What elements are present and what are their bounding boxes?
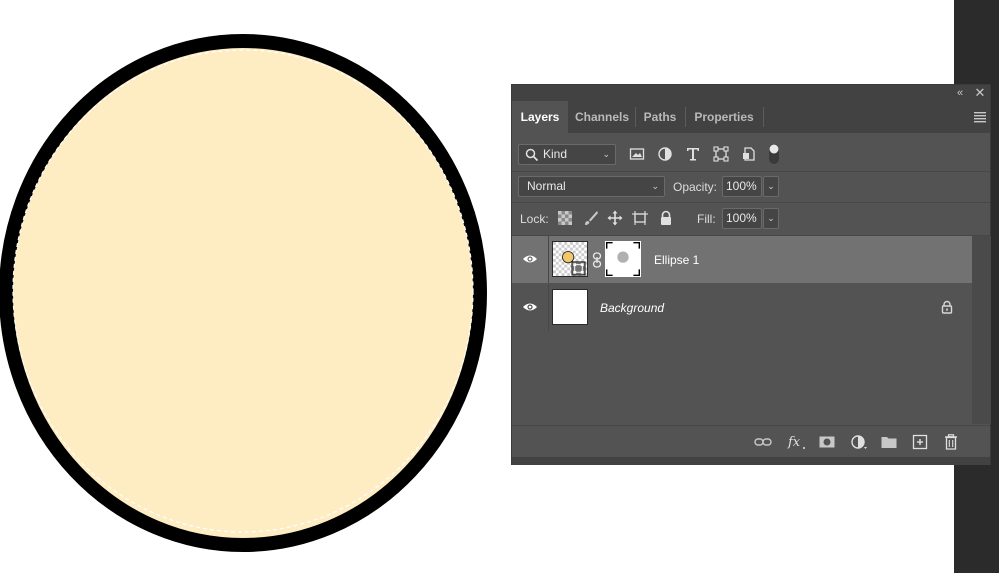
blend-mode-dropdown[interactable]: Normal ⌄ [518, 176, 665, 197]
fx-icon[interactable]: fx [787, 434, 807, 450]
layer-name[interactable]: Background [600, 301, 664, 315]
kind-filter-dropdown[interactable]: Kind ⌄ [518, 144, 616, 165]
adjustment-layer-icon[interactable] [850, 434, 868, 450]
fill-input[interactable]: 100% [722, 208, 762, 229]
type-filter-icon[interactable] [685, 146, 701, 162]
visibility-eye-icon[interactable] [522, 300, 538, 314]
hamburger-menu-icon[interactable] [974, 111, 986, 123]
fill-value: 100% [726, 211, 757, 225]
tab-paths[interactable]: Paths [636, 101, 684, 133]
layer-row-ellipse-1[interactable]: Ellipse 1 [512, 236, 972, 283]
ellipse-shape[interactable] [0, 34, 487, 552]
fill-slider-toggle[interactable]: ⌄ [763, 208, 779, 229]
row-separator [548, 284, 549, 331]
adjustment-filter-icon[interactable] [657, 146, 673, 162]
smart-object-filter-icon[interactable] [741, 146, 757, 162]
layer-list[interactable]: Ellipse 1 Background [512, 236, 972, 424]
chevron-down-icon: ⌄ [651, 181, 659, 191]
delete-layer-icon[interactable] [942, 434, 960, 450]
layer-row-background[interactable]: Background [512, 284, 972, 331]
close-panel-icon[interactable]: ✕ [973, 86, 987, 100]
svg-text:fx: fx [787, 435, 801, 450]
lock-label: Lock: [520, 212, 549, 226]
divider [512, 171, 990, 172]
shape-filter-icon[interactable] [713, 146, 729, 162]
ellipse-layer-thumbnail[interactable] [552, 241, 588, 277]
row-separator [548, 236, 549, 283]
layer-mask-thumbnail[interactable] [605, 241, 641, 277]
filter-toggle-icon[interactable] [768, 143, 780, 165]
tab-separator [763, 107, 764, 127]
opacity-label: Opacity: [673, 180, 718, 194]
collapse-panel-icon[interactable]: « [953, 86, 967, 100]
lock-position-icon[interactable] [607, 210, 623, 226]
panel-footer: fx [512, 425, 990, 457]
layer-name[interactable]: Ellipse 1 [654, 253, 699, 267]
blend-mode-label: Normal [527, 179, 566, 193]
lock-all-icon[interactable] [658, 210, 674, 226]
search-icon [525, 148, 539, 162]
image-filter-icon[interactable] [629, 146, 645, 162]
kind-filter-label: Kind [543, 147, 568, 161]
new-layer-icon[interactable] [911, 434, 929, 450]
opacity-slider-toggle[interactable]: ⌄ [763, 176, 779, 197]
lock-transparent-pixels-icon[interactable] [557, 210, 573, 226]
panel-resize-grip[interactable] [512, 457, 990, 465]
tab-channels[interactable]: Channels [570, 101, 634, 133]
chevron-down-icon: ⌄ [602, 149, 610, 159]
panel-titlebar[interactable]: « ✕ [512, 85, 990, 101]
panel-tabbar: Layers Channels Paths Properties [512, 101, 990, 133]
lock-icon[interactable] [940, 300, 954, 314]
tab-properties[interactable]: Properties [686, 101, 762, 133]
tab-layers[interactable]: Layers [512, 101, 568, 133]
divider [512, 202, 990, 203]
layer-list-scrollbar[interactable] [972, 236, 991, 424]
layers-panel[interactable]: « ✕ Layers Channels Paths Properties Kin… [511, 84, 991, 465]
add-mask-icon[interactable] [818, 434, 836, 450]
lock-image-pixels-icon[interactable] [583, 210, 599, 226]
background-layer-thumbnail[interactable] [552, 289, 588, 325]
lock-artboard-icon[interactable] [632, 210, 648, 226]
visibility-eye-icon[interactable] [522, 252, 538, 266]
link-layers-icon[interactable] [754, 434, 772, 450]
opacity-input[interactable]: 100% [722, 176, 762, 197]
fill-label: Fill: [697, 212, 716, 226]
opacity-value: 100% [726, 179, 757, 193]
new-group-icon[interactable] [880, 434, 898, 450]
mask-link-icon[interactable] [592, 252, 602, 268]
